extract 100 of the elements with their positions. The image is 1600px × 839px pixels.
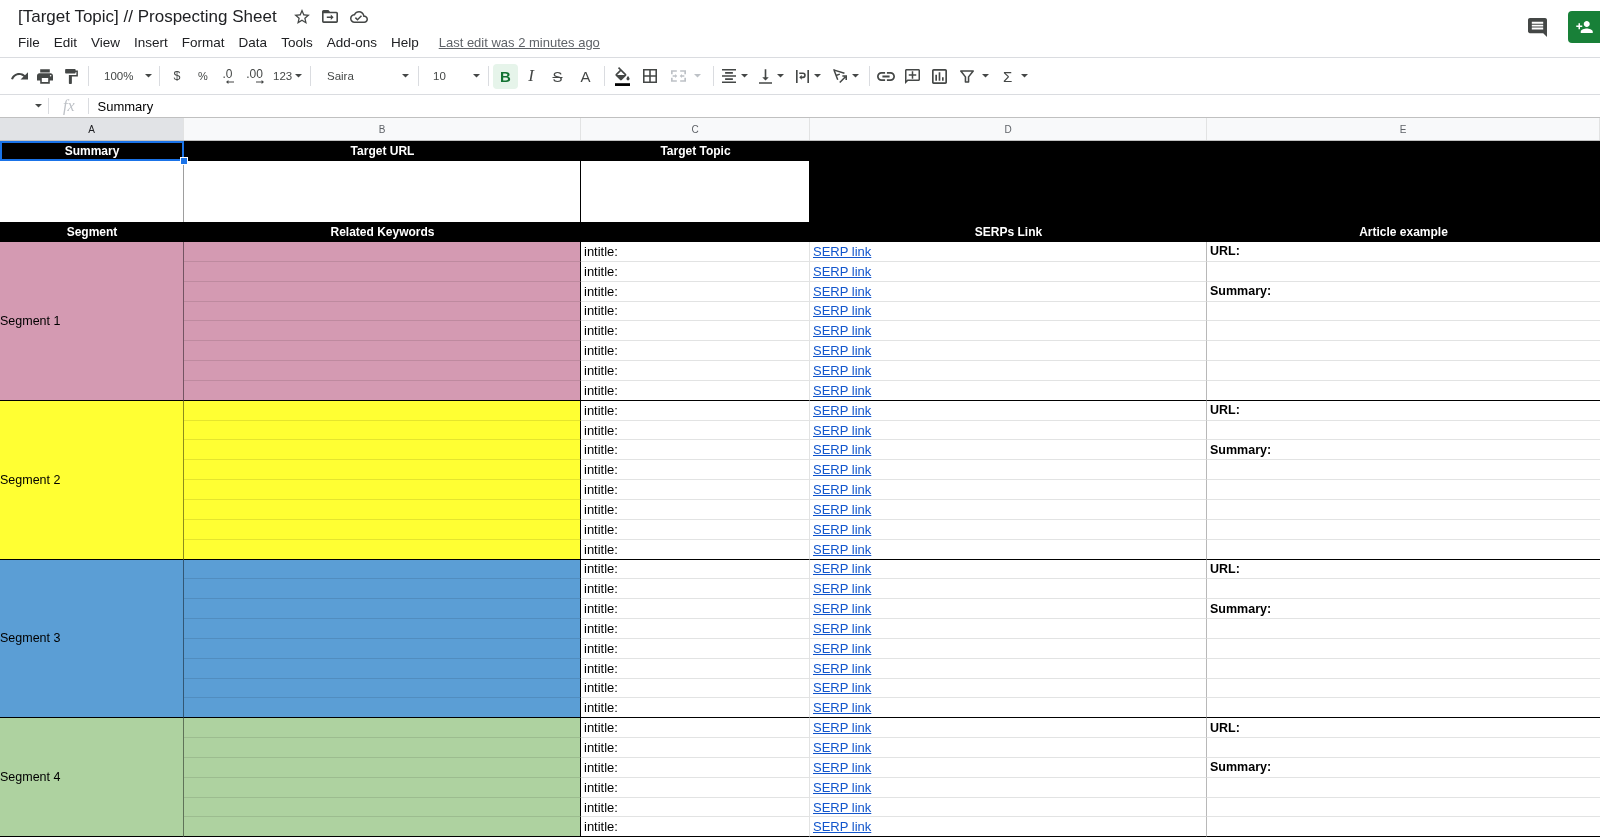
table-cell[interactable]: intitle:: [581, 261, 810, 282]
table-cell[interactable]: intitle:: [581, 321, 810, 342]
menu-item[interactable]: Edit: [53, 34, 78, 50]
table-cell[interactable]: [184, 281, 581, 302]
table-cell[interactable]: Summary:: [1207, 757, 1600, 778]
header-cell[interactable]: Related Keywords: [184, 221, 581, 242]
serp-link[interactable]: SERP link: [813, 243, 872, 259]
table-cell[interactable]: intitle:: [581, 678, 810, 699]
serp-link[interactable]: SERP link: [813, 422, 872, 438]
table-cell[interactable]: intitle:: [581, 559, 810, 580]
serp-link[interactable]: SERP link: [813, 303, 872, 319]
currency-button[interactable]: $: [164, 63, 190, 89]
folder-arrow-icon[interactable]: [321, 10, 338, 23]
text-rotate-icon[interactable]: [833, 69, 847, 83]
table-cell[interactable]: intitle:: [581, 499, 810, 520]
table-cell[interactable]: [184, 400, 581, 421]
table-cell[interactable]: SERP link: [810, 301, 1207, 322]
header-cell[interactable]: Target Topic: [581, 141, 810, 161]
table-cell[interactable]: [184, 480, 581, 500]
caret-icon[interactable]: [741, 74, 748, 78]
table-cell[interactable]: SERP link: [810, 619, 1207, 639]
serp-link[interactable]: SERP link: [813, 343, 872, 359]
table-cell[interactable]: [184, 321, 581, 342]
table-cell[interactable]: intitle:: [581, 738, 810, 758]
more-formats-dropdown[interactable]: 123: [270, 63, 306, 89]
chart-icon[interactable]: [931, 68, 947, 84]
serp-link[interactable]: SERP link: [813, 402, 872, 418]
table-cell[interactable]: SERP link: [810, 341, 1207, 362]
table-cell[interactable]: [184, 777, 581, 798]
table-cell[interactable]: [184, 698, 581, 719]
header-cell[interactable]: SERPs Link: [810, 221, 1207, 242]
table-cell[interactable]: intitle:: [581, 400, 810, 421]
serp-link[interactable]: SERP link: [813, 521, 872, 537]
formula-field[interactable]: Summary: [88, 96, 1600, 116]
table-cell[interactable]: SERP link: [810, 638, 1207, 659]
table-cell[interactable]: [184, 678, 581, 699]
table-cell[interactable]: [184, 440, 581, 461]
vertical-align-icon[interactable]: [759, 68, 772, 84]
table-cell[interactable]: SERP link: [810, 718, 1207, 739]
serp-link[interactable]: SERP link: [813, 799, 872, 815]
last-edit-link[interactable]: Last edit was 2 minutes ago: [438, 34, 600, 50]
table-cell[interactable]: intitle:: [581, 480, 810, 500]
table-cell[interactable]: SERP link: [810, 519, 1207, 540]
table-cell[interactable]: URL:: [1207, 400, 1600, 421]
header-cell[interactable]: Segment: [0, 221, 184, 242]
serp-link[interactable]: SERP link: [813, 740, 872, 755]
fill-handle-icon[interactable]: [180, 156, 188, 165]
zoom-dropdown[interactable]: 100%: [93, 63, 155, 89]
table-cell[interactable]: URL:: [1207, 718, 1600, 739]
bold-button[interactable]: B: [493, 63, 518, 89]
serp-link[interactable]: SERP link: [813, 462, 872, 478]
table-cell[interactable]: [184, 261, 581, 282]
menu-item[interactable]: Format: [181, 34, 225, 50]
serp-link[interactable]: SERP link: [813, 620, 872, 636]
menu-item[interactable]: Add-ons: [326, 34, 377, 50]
table-cell[interactable]: intitle:: [581, 579, 810, 600]
serp-link[interactable]: SERP link: [813, 442, 872, 458]
table-cell[interactable]: [184, 658, 581, 679]
table-cell[interactable]: [184, 301, 581, 322]
table-cell[interactable]: intitle:: [581, 460, 810, 481]
table-cell[interactable]: intitle:: [581, 638, 810, 659]
segment-cell[interactable]: Segment 3: [0, 559, 184, 719]
font-size-dropdown[interactable]: 10: [423, 63, 484, 89]
table-cell[interactable]: intitle:: [581, 242, 810, 262]
serp-link[interactable]: SERP link: [813, 561, 872, 577]
serp-link[interactable]: SERP link: [813, 700, 872, 716]
caret-icon[interactable]: [777, 74, 784, 78]
table-cell[interactable]: SERP link: [810, 261, 1207, 282]
serp-link[interactable]: SERP link: [813, 720, 872, 736]
table-cell[interactable]: [184, 380, 581, 401]
decrease-decimals-button[interactable]: .0: [216, 63, 239, 89]
table-cell[interactable]: [184, 619, 581, 639]
table-cell[interactable]: intitle:: [581, 301, 810, 322]
serp-link[interactable]: SERP link: [813, 541, 872, 557]
table-cell[interactable]: SERP link: [810, 242, 1207, 262]
table-cell[interactable]: SERP link: [810, 599, 1207, 620]
caret-icon[interactable]: [982, 74, 989, 78]
table-cell[interactable]: SERP link: [810, 579, 1207, 600]
menu-item[interactable]: File: [18, 34, 40, 50]
caret-icon[interactable]: [814, 74, 821, 78]
serp-link[interactable]: SERP link: [813, 283, 872, 299]
serp-link[interactable]: SERP link: [813, 680, 872, 696]
serp-link[interactable]: SERP link: [813, 640, 872, 656]
menu-item[interactable]: Help: [390, 34, 419, 50]
menu-item[interactable]: Data: [238, 34, 268, 50]
increase-decimals-button[interactable]: .00: [239, 63, 270, 89]
serp-link[interactable]: SERP link: [813, 660, 872, 676]
table-cell[interactable]: [184, 817, 581, 838]
serp-link[interactable]: SERP link: [813, 759, 872, 775]
serp-link[interactable]: SERP link: [813, 501, 872, 517]
header-cell[interactable]: Target URL: [184, 141, 581, 161]
table-cell[interactable]: intitle:: [581, 380, 810, 401]
cloud-check-icon[interactable]: [349, 10, 368, 23]
add-comment-icon[interactable]: [904, 68, 920, 84]
table-cell[interactable]: [184, 242, 581, 262]
table-cell[interactable]: SERP link: [810, 559, 1207, 580]
table-cell[interactable]: SERP link: [810, 777, 1207, 798]
table-cell[interactable]: [184, 738, 581, 758]
table-cell[interactable]: [184, 460, 581, 481]
text-wrap-icon[interactable]: [796, 69, 809, 83]
